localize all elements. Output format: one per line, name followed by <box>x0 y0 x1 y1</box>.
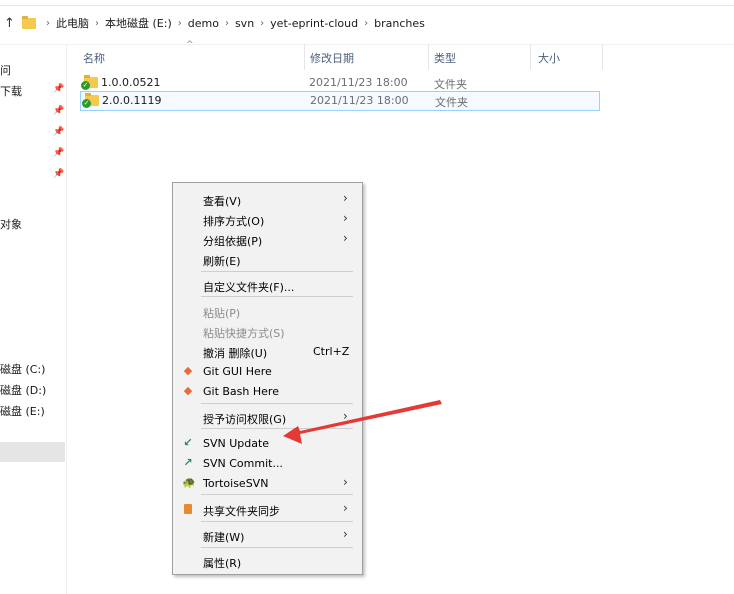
annotation-arrow-shape <box>283 400 442 444</box>
annotation-arrow-icon <box>283 400 442 444</box>
